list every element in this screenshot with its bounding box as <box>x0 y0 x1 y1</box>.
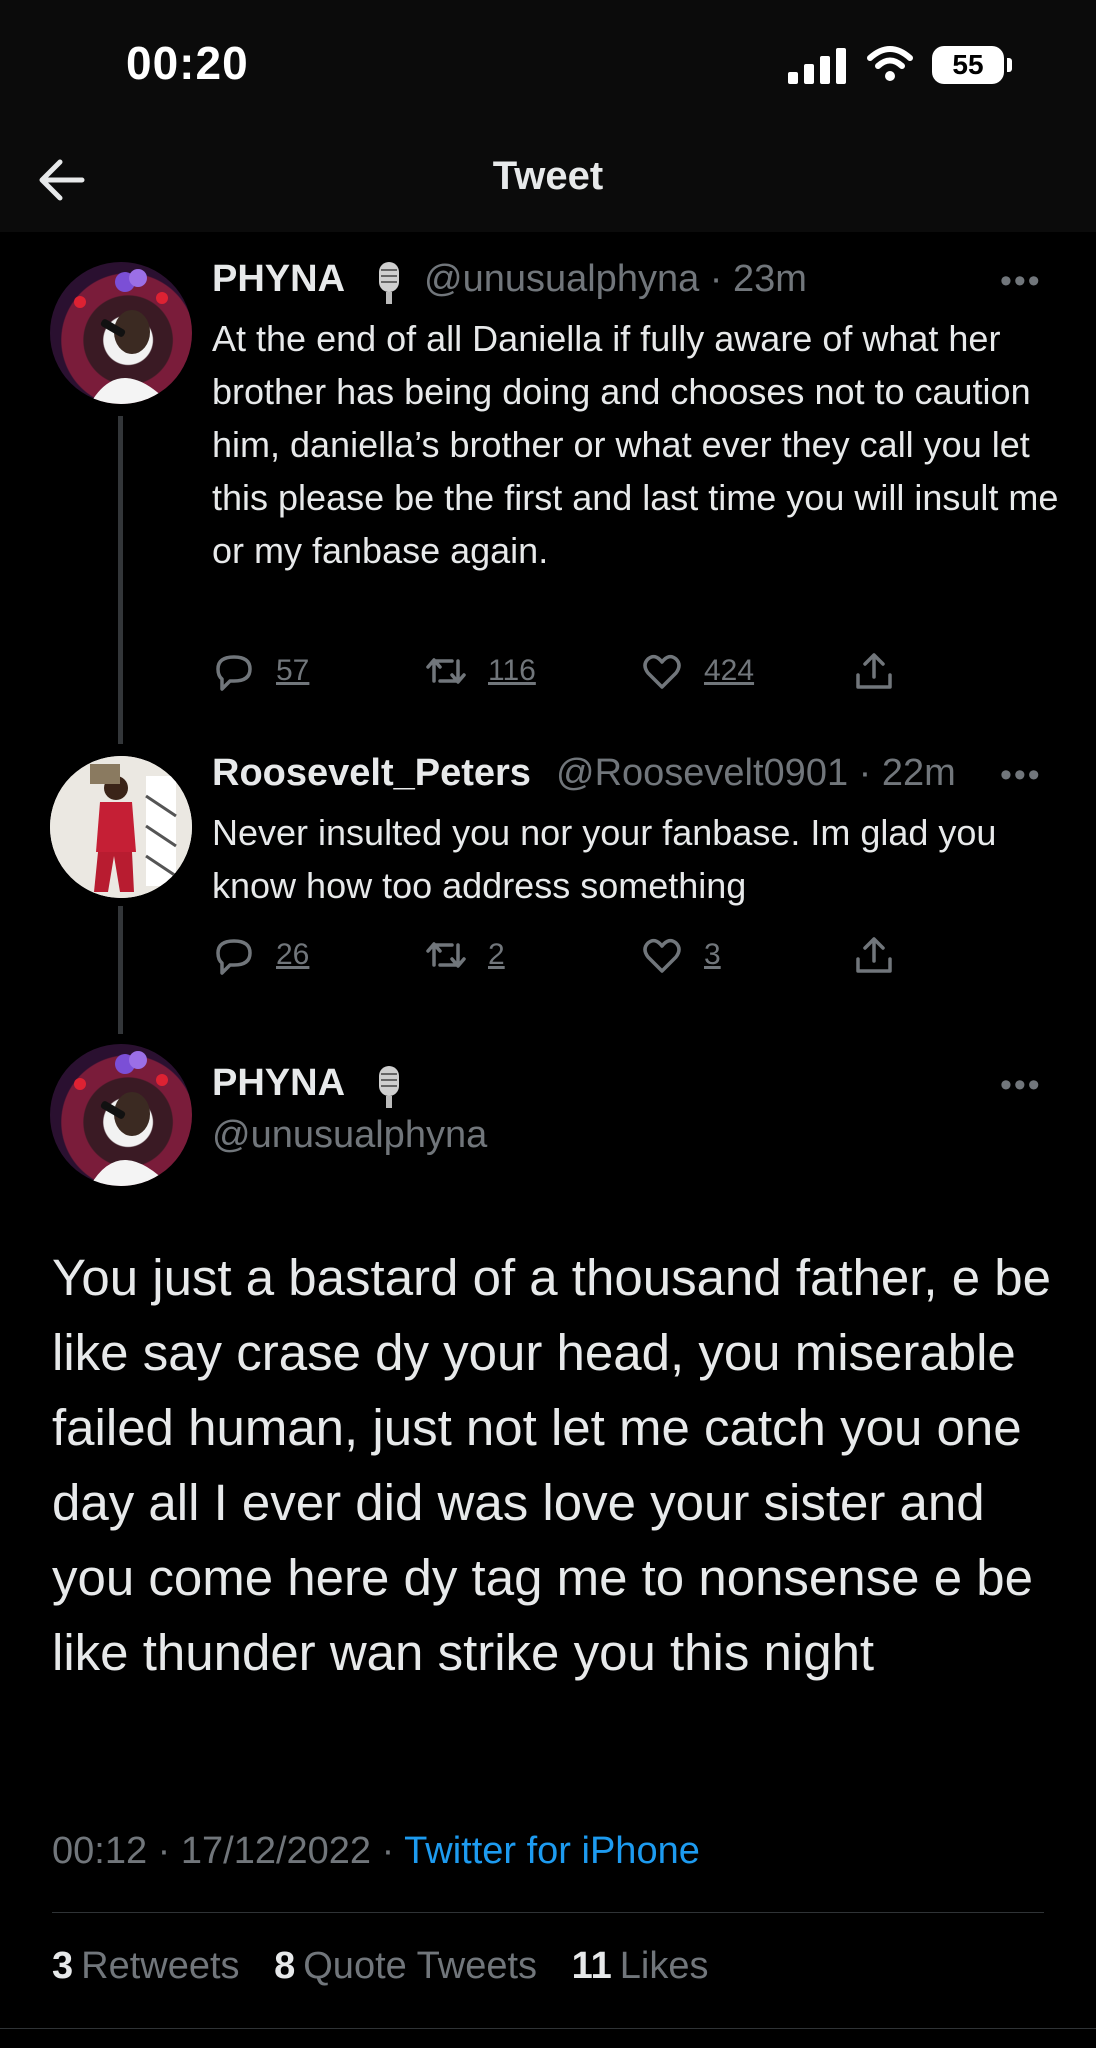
nav-bar: Tweet <box>0 130 1096 232</box>
tweet-time: 00:12 <box>52 1830 148 1872</box>
tweet-author-handle[interactable]: @unusualphyna · 23m <box>424 258 807 301</box>
tweet-actions: 26 2 3 <box>212 930 912 980</box>
tweet-source-link[interactable]: Twitter for iPhone <box>404 1830 700 1872</box>
tweet-actions: 57 116 424 <box>212 646 912 696</box>
like-button[interactable]: 3 <box>640 930 721 980</box>
tweet-date: 17/12/2022 <box>180 1830 372 1872</box>
avatar[interactable] <box>50 1044 192 1186</box>
thread-line <box>118 416 123 744</box>
retweet-icon <box>426 658 466 684</box>
likes-stat[interactable]: 11 Likes <box>572 1945 709 1987</box>
like-count: 3 <box>704 938 721 971</box>
reply-icon <box>216 655 252 691</box>
share-button[interactable] <box>852 646 896 696</box>
reply-icon <box>216 939 252 975</box>
status-time: 00:20 <box>126 37 249 89</box>
more-icon[interactable]: ••• <box>1000 1066 1042 1105</box>
retweet-count: 116 <box>488 654 536 687</box>
signal-icon <box>788 48 848 84</box>
quote-tweets-stat[interactable]: 8 Quote Tweets <box>274 1945 537 1987</box>
share-button[interactable] <box>852 930 896 980</box>
avatar[interactable] <box>50 756 192 898</box>
share-icon <box>856 653 892 689</box>
like-count: 424 <box>704 654 755 687</box>
tweet-stats: 3 Retweets 8 Quote Tweets 11 Likes <box>52 1945 732 1988</box>
tweet-author-handle[interactable]: @Roosevelt0901 · 22m <box>556 752 956 795</box>
avatar[interactable] <box>50 262 192 404</box>
battery-indicator: 55 <box>932 46 1004 84</box>
reply-button[interactable]: 26 <box>212 930 309 980</box>
retweet-button[interactable]: 2 <box>424 930 505 980</box>
retweets-stat[interactable]: 3 Retweets <box>52 1945 240 1987</box>
divider <box>52 1912 1044 1913</box>
reply-button[interactable]: 57 <box>212 646 309 696</box>
like-icon <box>643 938 681 973</box>
battery-tip <box>1007 58 1012 72</box>
main-tweet-text: You just a bastard of a thousand father,… <box>52 1249 1052 1681</box>
tweet-author-handle[interactable]: @unusualphyna <box>212 1114 487 1157</box>
divider <box>0 2028 1096 2029</box>
reply-count: 26 <box>276 938 310 971</box>
tweet-author-name[interactable]: Roosevelt_Peters <box>212 752 531 795</box>
page-title: Tweet <box>492 154 604 198</box>
tweet-author-name[interactable]: PHYNA <box>212 258 345 301</box>
tweet-text: At the end of all Daniella if fully awar… <box>212 318 1059 571</box>
retweet-button[interactable]: 116 <box>424 646 536 696</box>
tweet-text: Never insulted you nor your fanbase. Im … <box>212 812 997 906</box>
microphone-icon <box>379 262 399 304</box>
retweet-icon <box>426 942 466 968</box>
wifi-icon <box>867 46 913 81</box>
more-icon[interactable]: ••• <box>1000 756 1042 795</box>
microphone-icon <box>379 1066 399 1108</box>
more-icon[interactable]: ••• <box>1000 262 1042 301</box>
tweet-author-name[interactable]: PHYNA <box>212 1062 345 1105</box>
tweet-meta: 00:12 · 17/12/2022 · Twitter for iPhone <box>52 1830 700 1872</box>
thread-line <box>118 906 123 1034</box>
reply-count: 57 <box>276 654 310 687</box>
share-icon <box>856 937 892 973</box>
status-bar: 00:20 55 <box>0 0 1096 130</box>
like-icon <box>643 654 681 689</box>
like-button[interactable]: 424 <box>640 646 754 696</box>
retweet-count: 2 <box>488 938 505 971</box>
